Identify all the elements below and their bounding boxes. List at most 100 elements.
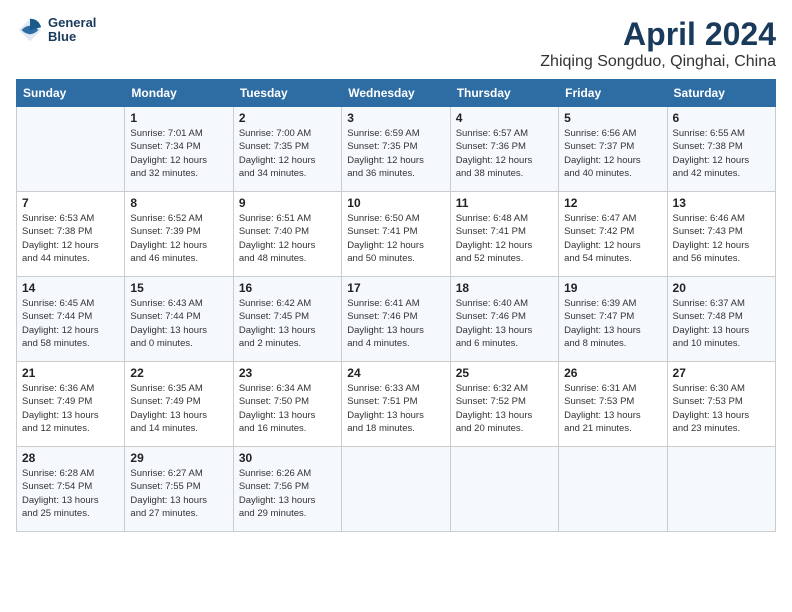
day-number: 22: [130, 366, 227, 380]
day-info: Sunrise: 6:28 AM Sunset: 7:54 PM Dayligh…: [22, 467, 119, 520]
calendar-cell: 28 Sunrise: 6:28 AM Sunset: 7:54 PM Dayli…: [17, 447, 125, 532]
day-info: Sunrise: 6:31 AM Sunset: 7:53 PM Dayligh…: [564, 382, 661, 435]
calendar-cell: 2 Sunrise: 7:00 AM Sunset: 7:35 PM Daylig…: [233, 107, 341, 192]
day-number: 12: [564, 196, 661, 210]
weekday-header-row: SundayMondayTuesdayWednesdayThursdayFrid…: [17, 80, 776, 107]
day-number: 7: [22, 196, 119, 210]
month-title: April 2024: [540, 16, 776, 53]
logo-line1: General: [48, 16, 96, 30]
calendar-cell: 13 Sunrise: 6:46 AM Sunset: 7:43 PM Dayli…: [667, 192, 775, 277]
day-info: Sunrise: 6:47 AM Sunset: 7:42 PM Dayligh…: [564, 212, 661, 265]
calendar-cell: [559, 447, 667, 532]
day-info: Sunrise: 6:42 AM Sunset: 7:45 PM Dayligh…: [239, 297, 336, 350]
calendar-cell: 14 Sunrise: 6:45 AM Sunset: 7:44 PM Dayli…: [17, 277, 125, 362]
day-info: Sunrise: 6:56 AM Sunset: 7:37 PM Dayligh…: [564, 127, 661, 180]
day-number: 23: [239, 366, 336, 380]
day-info: Sunrise: 6:34 AM Sunset: 7:50 PM Dayligh…: [239, 382, 336, 435]
calendar-cell: 20 Sunrise: 6:37 AM Sunset: 7:48 PM Dayli…: [667, 277, 775, 362]
calendar-cell: 10 Sunrise: 6:50 AM Sunset: 7:41 PM Dayli…: [342, 192, 450, 277]
day-info: Sunrise: 6:37 AM Sunset: 7:48 PM Dayligh…: [673, 297, 770, 350]
calendar-cell: 26 Sunrise: 6:31 AM Sunset: 7:53 PM Dayli…: [559, 362, 667, 447]
day-number: 1: [130, 111, 227, 125]
day-number: 11: [456, 196, 553, 210]
day-number: 30: [239, 451, 336, 465]
day-number: 25: [456, 366, 553, 380]
day-number: 3: [347, 111, 444, 125]
day-info: Sunrise: 6:33 AM Sunset: 7:51 PM Dayligh…: [347, 382, 444, 435]
calendar-cell: 21Sunrise: 6:36 AM Sunset: 7:49 PM Dayli…: [17, 362, 125, 447]
logo: General Blue: [16, 16, 96, 45]
calendar-cell: 30 Sunrise: 6:26 AM Sunset: 7:56 PM Dayli…: [233, 447, 341, 532]
day-number: 8: [130, 196, 227, 210]
day-info: Sunrise: 6:43 AM Sunset: 7:44 PM Dayligh…: [130, 297, 227, 350]
calendar-cell: 23 Sunrise: 6:34 AM Sunset: 7:50 PM Dayli…: [233, 362, 341, 447]
calendar-cell: 15 Sunrise: 6:43 AM Sunset: 7:44 PM Dayli…: [125, 277, 233, 362]
day-info: Sunrise: 6:57 AM Sunset: 7:36 PM Dayligh…: [456, 127, 553, 180]
day-number: 27: [673, 366, 770, 380]
day-number: 17: [347, 281, 444, 295]
day-info: Sunrise: 6:45 AM Sunset: 7:44 PM Dayligh…: [22, 297, 119, 350]
day-number: 24: [347, 366, 444, 380]
location-title: Zhiqing Songduo, Qinghai, China: [540, 53, 776, 71]
day-info: Sunrise: 6:40 AM Sunset: 7:46 PM Dayligh…: [456, 297, 553, 350]
weekday-header-saturday: Saturday: [667, 80, 775, 107]
day-number: 10: [347, 196, 444, 210]
week-row-2: 14 Sunrise: 6:45 AM Sunset: 7:44 PM Dayli…: [17, 277, 776, 362]
day-info: Sunrise: 6:39 AM Sunset: 7:47 PM Dayligh…: [564, 297, 661, 350]
week-row-4: 28 Sunrise: 6:28 AM Sunset: 7:54 PM Dayli…: [17, 447, 776, 532]
logo-text: General Blue: [48, 16, 96, 45]
weekday-header-sunday: Sunday: [17, 80, 125, 107]
day-info: Sunrise: 6:27 AM Sunset: 7:55 PM Dayligh…: [130, 467, 227, 520]
calendar-cell: 22 Sunrise: 6:35 AM Sunset: 7:49 PM Dayli…: [125, 362, 233, 447]
day-info: Sunrise: 6:52 AM Sunset: 7:39 PM Dayligh…: [130, 212, 227, 265]
calendar-cell: 8 Sunrise: 6:52 AM Sunset: 7:39 PM Daylig…: [125, 192, 233, 277]
calendar-cell: 17 Sunrise: 6:41 AM Sunset: 7:46 PM Dayli…: [342, 277, 450, 362]
calendar-cell: 18 Sunrise: 6:40 AM Sunset: 7:46 PM Dayli…: [450, 277, 558, 362]
day-info: Sunrise: 6:53 AM Sunset: 7:38 PM Dayligh…: [22, 212, 119, 265]
day-number: 9: [239, 196, 336, 210]
day-info: Sunrise: 6:36 AM Sunset: 7:49 PM Dayligh…: [22, 382, 119, 435]
calendar-cell: 27 Sunrise: 6:30 AM Sunset: 7:53 PM Dayli…: [667, 362, 775, 447]
calendar-table: SundayMondayTuesdayWednesdayThursdayFrid…: [16, 79, 776, 532]
calendar-cell: 3Sunrise: 6:59 AM Sunset: 7:35 PM Daylig…: [342, 107, 450, 192]
header: General Blue April 2024 Zhiqing Songduo,…: [16, 16, 776, 71]
day-number: 13: [673, 196, 770, 210]
calendar-cell: 9 Sunrise: 6:51 AM Sunset: 7:40 PM Daylig…: [233, 192, 341, 277]
day-number: 14: [22, 281, 119, 295]
day-number: 20: [673, 281, 770, 295]
day-number: 29: [130, 451, 227, 465]
day-number: 2: [239, 111, 336, 125]
day-info: Sunrise: 6:50 AM Sunset: 7:41 PM Dayligh…: [347, 212, 444, 265]
calendar-cell: 12 Sunrise: 6:47 AM Sunset: 7:42 PM Dayli…: [559, 192, 667, 277]
calendar-cell: 4Sunrise: 6:57 AM Sunset: 7:36 PM Daylig…: [450, 107, 558, 192]
logo-line2: Blue: [48, 30, 96, 44]
calendar-cell: 5Sunrise: 6:56 AM Sunset: 7:37 PM Daylig…: [559, 107, 667, 192]
calendar-cell: [342, 447, 450, 532]
day-number: 26: [564, 366, 661, 380]
day-number: 15: [130, 281, 227, 295]
title-area: April 2024 Zhiqing Songduo, Qinghai, Chi…: [540, 16, 776, 71]
day-number: 16: [239, 281, 336, 295]
calendar-cell: [667, 447, 775, 532]
calendar-cell: 1Sunrise: 7:01 AM Sunset: 7:34 PM Daylig…: [125, 107, 233, 192]
weekday-header-thursday: Thursday: [450, 80, 558, 107]
day-info: Sunrise: 6:55 AM Sunset: 7:38 PM Dayligh…: [673, 127, 770, 180]
day-info: Sunrise: 6:32 AM Sunset: 7:52 PM Dayligh…: [456, 382, 553, 435]
calendar-cell: 19Sunrise: 6:39 AM Sunset: 7:47 PM Dayli…: [559, 277, 667, 362]
day-info: Sunrise: 6:30 AM Sunset: 7:53 PM Dayligh…: [673, 382, 770, 435]
day-info: Sunrise: 6:51 AM Sunset: 7:40 PM Dayligh…: [239, 212, 336, 265]
week-row-3: 21Sunrise: 6:36 AM Sunset: 7:49 PM Dayli…: [17, 362, 776, 447]
day-number: 28: [22, 451, 119, 465]
day-number: 18: [456, 281, 553, 295]
day-info: Sunrise: 7:00 AM Sunset: 7:35 PM Dayligh…: [239, 127, 336, 180]
calendar-cell: [17, 107, 125, 192]
day-info: Sunrise: 6:26 AM Sunset: 7:56 PM Dayligh…: [239, 467, 336, 520]
calendar-cell: 6Sunrise: 6:55 AM Sunset: 7:38 PM Daylig…: [667, 107, 775, 192]
week-row-1: 7 Sunrise: 6:53 AM Sunset: 7:38 PM Daylig…: [17, 192, 776, 277]
calendar-cell: 25 Sunrise: 6:32 AM Sunset: 7:52 PM Dayli…: [450, 362, 558, 447]
day-info: Sunrise: 6:35 AM Sunset: 7:49 PM Dayligh…: [130, 382, 227, 435]
calendar-cell: 24 Sunrise: 6:33 AM Sunset: 7:51 PM Dayli…: [342, 362, 450, 447]
day-info: Sunrise: 6:46 AM Sunset: 7:43 PM Dayligh…: [673, 212, 770, 265]
calendar-cell: 29 Sunrise: 6:27 AM Sunset: 7:55 PM Dayli…: [125, 447, 233, 532]
day-info: Sunrise: 6:41 AM Sunset: 7:46 PM Dayligh…: [347, 297, 444, 350]
